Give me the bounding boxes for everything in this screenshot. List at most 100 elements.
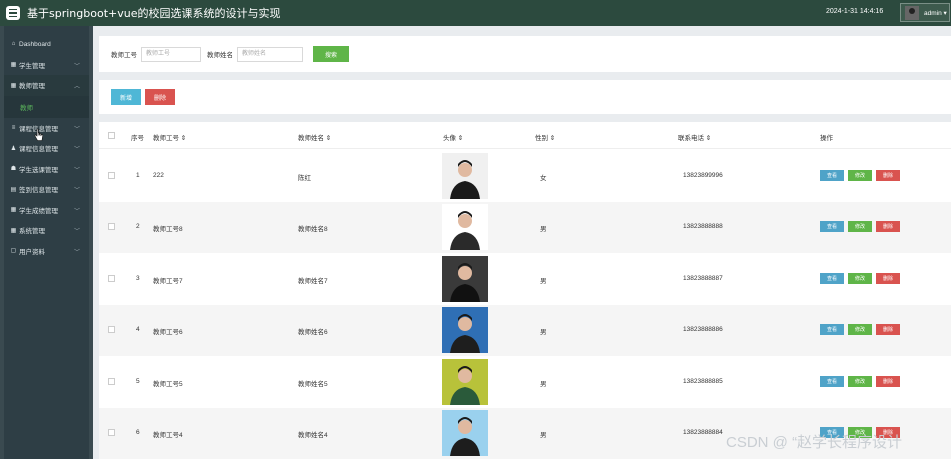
sidebar-item-students[interactable]: ▦ 学生管理 ﹀ <box>4 55 89 76</box>
row-checkbox[interactable] <box>108 377 115 385</box>
column-header[interactable]: 头像 ⇕ <box>443 132 463 142</box>
teacher-name-input[interactable]: 教师姓名 <box>237 46 303 62</box>
user-name: admin ▾ <box>924 9 947 17</box>
person-icon: ♟ <box>10 145 17 152</box>
row-checkbox[interactable] <box>108 274 115 282</box>
chevron-down-icon: ﹀ <box>74 249 81 256</box>
view-button[interactable]: 查看 <box>820 324 844 336</box>
delete-button[interactable]: 删除 <box>876 221 900 233</box>
user-menu[interactable]: admin ▾ <box>900 3 950 22</box>
sidebar: ⌂ Dashboard ▦ 学生管理 ﹀ ▦ 教师管理 ︿ 教师 ≡ 课程信息管… <box>4 26 89 459</box>
sidebar-item-label: 教师管理 <box>19 83 45 91</box>
avatar-photo <box>442 152 488 199</box>
home-icon: ⌂ <box>11 41 16 48</box>
sidebar-item-label: 学生成绩管理 <box>19 207 58 215</box>
row-index: 4 <box>136 326 140 334</box>
view-button[interactable]: 查看 <box>820 375 844 387</box>
teacher-no: 教师工号8 <box>153 226 183 234</box>
row-checkbox[interactable] <box>108 429 115 437</box>
chevron-down-icon: ﹀ <box>74 229 81 235</box>
teacher-name: 教师姓名6 <box>298 329 328 337</box>
chevron-down-icon: ﹀ <box>74 208 81 215</box>
edit-button[interactable]: 修改 <box>848 221 872 233</box>
delete-button[interactable]: 删除 <box>876 272 900 284</box>
chevron-down-icon: ﹀ <box>74 126 81 133</box>
cap-icon: ☗ <box>10 166 17 173</box>
grid-icon: ▦ <box>10 227 17 234</box>
teacher-name: 教师姓名4 <box>298 432 328 440</box>
edit-button[interactable]: 修改 <box>848 324 872 336</box>
chevron-up-icon: ︿ <box>74 84 81 90</box>
column-header[interactable]: 性别 ⇕ <box>535 132 555 142</box>
teacher-no: 222 <box>153 171 164 179</box>
avatar <box>905 5 919 20</box>
sidebar-item-course-info[interactable]: ≡ 课程信息管理 ﹀ <box>4 118 89 139</box>
batch-delete-button[interactable]: 删除 <box>145 89 175 105</box>
row-actions: 查看 修改 删除 <box>820 169 900 181</box>
avatar-photo <box>442 358 488 405</box>
datetime: 2024-1-31 14:4:16 <box>826 8 884 15</box>
teacher-phone: 13823888885 <box>683 377 723 385</box>
sidebar-item-label: 学生选课管理 <box>19 166 58 174</box>
teacher-phone: 13823899996 <box>683 171 723 179</box>
column-header: 序号 <box>131 135 144 142</box>
sidebar-subitem-teacher[interactable]: 教师 <box>4 95 89 118</box>
delete-button[interactable]: 删除 <box>876 375 900 387</box>
sidebar-item-teachers[interactable]: ▦ 教师管理 ︿ <box>4 75 89 96</box>
teacher-gender: 男 <box>540 226 547 234</box>
chevron-down-icon: ﹀ <box>74 147 81 153</box>
avatar-photo <box>442 204 488 251</box>
teacher-no: 教师工号7 <box>153 277 183 285</box>
search-button[interactable]: 搜索 <box>313 46 349 62</box>
delete-button[interactable]: 删除 <box>876 169 900 181</box>
teacher-no: 教师工号6 <box>153 329 183 337</box>
sidebar-item-label: 签到信息管理 <box>19 187 58 195</box>
view-button[interactable]: 查看 <box>820 169 844 181</box>
table-row: 4 教师工号6 教师姓名6 男 13823888886 查看 修改 删除 <box>99 304 951 356</box>
row-actions: 查看 修改 删除 <box>820 375 900 387</box>
view-button[interactable]: 查看 <box>820 221 844 233</box>
row-checkbox[interactable] <box>108 223 115 231</box>
sidebar-item-course-selection[interactable]: ☗ 学生选课管理 ﹀ <box>4 159 89 180</box>
row-checkbox[interactable] <box>108 171 115 179</box>
row-index: 1 <box>136 171 140 179</box>
teacher-name: 教师姓名5 <box>298 380 328 388</box>
chevron-down-icon: ﹀ <box>74 188 81 194</box>
sidebar-item-grades[interactable]: ▦ 学生成绩管理 ﹀ <box>4 200 89 221</box>
sidebar-item-label: 用户资料 <box>19 248 45 256</box>
edit-button[interactable]: 修改 <box>848 272 872 284</box>
app-title: 基于springboot+vue的校园选课系统的设计与实现 <box>27 7 281 20</box>
add-button[interactable]: 新增 <box>111 89 141 105</box>
teacher-phone: 13823888886 <box>683 326 723 334</box>
teacher-table: 序号 教师工号 ⇕ 教师姓名 ⇕ 头像 ⇕ 性别 ⇕ 联系电话 ⇕ 操作 1 22… <box>99 122 951 459</box>
sidebar-item-label: 系统管理 <box>19 228 45 236</box>
view-button[interactable]: 查看 <box>820 272 844 284</box>
sidebar-item-course-info-2[interactable]: ♟ 课程信息管理 ﹀ <box>4 138 89 159</box>
column-header[interactable]: 教师姓名 ⇕ <box>298 132 331 142</box>
sidebar-item-profile[interactable]: ▢ 用户资料 ﹀ <box>4 241 89 262</box>
sidebar-item-system[interactable]: ▦ 系统管理 ﹀ <box>4 220 89 241</box>
edit-button[interactable]: 修改 <box>848 375 872 387</box>
column-header[interactable]: 联系电话 ⇕ <box>678 132 711 142</box>
sidebar-item-dashboard[interactable]: ⌂ Dashboard <box>4 34 89 55</box>
teacher-name: 陈红 <box>298 174 311 182</box>
sidebar-item-label: 学生管理 <box>19 62 45 70</box>
delete-button[interactable]: 删除 <box>876 324 900 336</box>
chart-icon: ▤ <box>10 186 17 193</box>
column-header[interactable]: 教师工号 ⇕ <box>153 132 186 142</box>
row-actions: 查看 修改 删除 <box>820 324 900 336</box>
teacher-no-input[interactable]: 教师工号 <box>141 46 201 62</box>
avatar-photo <box>442 255 488 302</box>
sidebar-item-signin[interactable]: ▤ 签到信息管理 ﹀ <box>4 179 89 200</box>
teacher-no: 教师工号5 <box>153 380 183 388</box>
chevron-down-icon: ﹀ <box>74 167 81 174</box>
sidebar-item-label: Dashboard <box>19 40 51 48</box>
row-checkbox[interactable] <box>108 326 115 334</box>
teacher-gender: 男 <box>540 277 547 285</box>
select-all-checkbox[interactable] <box>108 132 115 139</box>
action-bar: 新增 删除 <box>99 80 951 114</box>
edit-button[interactable]: 修改 <box>848 169 872 181</box>
row-index: 5 <box>136 377 140 385</box>
table-row: 2 教师工号8 教师姓名8 男 13823888888 查看 修改 删除 <box>99 201 951 253</box>
menu-toggle-icon[interactable] <box>6 6 20 20</box>
